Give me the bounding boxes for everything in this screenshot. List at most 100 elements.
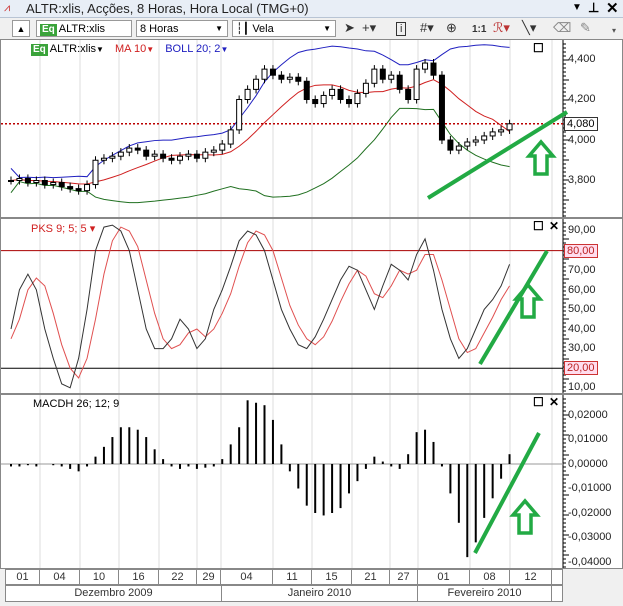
candle-body bbox=[202, 151, 209, 159]
menu-dropdown-icon[interactable]: ▼ bbox=[572, 2, 582, 13]
candle-body bbox=[489, 131, 496, 137]
candle-body bbox=[269, 68, 276, 76]
toolbar-overflow-icon[interactable]: ▾ bbox=[612, 26, 616, 35]
close-panel-icon[interactable]: ✕ bbox=[549, 395, 559, 409]
y-tick: 90,00 bbox=[568, 224, 596, 236]
candle-body bbox=[422, 62, 429, 70]
pks-slow-line bbox=[10, 226, 510, 379]
maximize-icon[interactable]: ☐ bbox=[533, 41, 544, 55]
candle-body bbox=[50, 182, 57, 186]
chart-app-icon: ⩘ bbox=[4, 2, 11, 14]
month-label: Dezembro 2009 bbox=[6, 586, 222, 601]
window-title: ALTR:xlis, Acções, 8 Horas, Hora Local (… bbox=[26, 1, 309, 16]
candle-body bbox=[126, 147, 133, 153]
period-select[interactable]: 8 Horas ▼ bbox=[136, 20, 228, 37]
date-tick: 04 bbox=[40, 570, 80, 584]
candle-body bbox=[362, 82, 369, 94]
cursor-arrow-icon[interactable]: ➤ bbox=[344, 20, 355, 36]
title-bar: ⩘ ALTR:xlis, Acções, 8 Horas, Hora Local… bbox=[0, 0, 623, 18]
legend-ma[interactable]: MA 10 bbox=[115, 43, 146, 55]
y-tick: 0,00000 bbox=[568, 458, 608, 470]
date-tick: 21 bbox=[352, 570, 390, 584]
month-label: Janeiro 2010 bbox=[222, 586, 418, 601]
candle-body bbox=[472, 139, 479, 143]
candle-body bbox=[41, 180, 48, 186]
macd-panel[interactable]: MACDH 26; 12; 9 ☐ ✕ 0,02000 0,01000 0,00… bbox=[0, 394, 623, 569]
grid-icon[interactable]: #▾ bbox=[420, 20, 434, 36]
line-tool-icon[interactable]: ╲▾ bbox=[522, 20, 536, 36]
y-tick: 10,00 bbox=[568, 381, 596, 393]
date-tick: 10 bbox=[80, 570, 119, 584]
period-value: 8 Horas bbox=[140, 23, 179, 35]
candle-body bbox=[455, 145, 462, 151]
chart-type-select[interactable]: ┆┃ Vela ▼ bbox=[232, 20, 336, 37]
price-chart bbox=[1, 40, 569, 217]
candle-body bbox=[100, 157, 107, 161]
candle-body bbox=[430, 62, 437, 76]
candle-body bbox=[498, 129, 505, 133]
candle-body bbox=[329, 88, 336, 96]
y-tick: -0,02000 bbox=[568, 507, 612, 519]
zoom-1to1-button[interactable]: 1:1 bbox=[472, 22, 486, 38]
month-axis: Dezembro 2009 Janeiro 2010 Fevereiro 201… bbox=[5, 585, 563, 602]
y-tick: 0,02000 bbox=[568, 409, 608, 421]
candle-body bbox=[295, 76, 302, 82]
candle-body bbox=[379, 68, 386, 80]
chart-type-value: Vela bbox=[252, 23, 274, 35]
legend-boll[interactable]: BOLL 20; 2 bbox=[165, 43, 220, 55]
candle-body bbox=[278, 74, 285, 80]
crosshair-icon[interactable]: +▾ bbox=[362, 20, 376, 36]
price-panel[interactable]: Eq ALTR:xlis▼ MA 10▼ BOLL 20; 2▼ ☐ 4,400 … bbox=[0, 39, 623, 218]
close-icon[interactable]: ✕ bbox=[606, 0, 619, 17]
trend-line-annotation bbox=[478, 249, 549, 366]
macd-legend[interactable]: MACDH 26; 12; 9 bbox=[33, 398, 119, 410]
pks-panel[interactable]: PKS 9; 5; 5 ▾ ☐ ✕ 90,00 80,00 70,00 60,0… bbox=[0, 218, 623, 394]
symbol-input[interactable]: Eq ALTR:xlis bbox=[36, 20, 132, 37]
delete-drawings-icon[interactable]: ✎ bbox=[580, 20, 591, 36]
candle-body bbox=[67, 186, 74, 190]
candle-body bbox=[388, 74, 395, 80]
maximize-icon[interactable]: ☐ bbox=[533, 395, 544, 409]
close-panel-icon[interactable]: ✕ bbox=[549, 219, 559, 233]
y-tick: 60,00 bbox=[568, 284, 596, 296]
candle-body bbox=[438, 74, 445, 141]
date-tick: 01 bbox=[418, 570, 470, 584]
eraser-icon[interactable]: ⌫ bbox=[553, 20, 571, 36]
candle-body bbox=[134, 147, 141, 151]
y-tick: -0,01000 bbox=[568, 482, 612, 494]
candle-body bbox=[286, 76, 293, 80]
candle-body bbox=[185, 153, 192, 157]
pin-icon[interactable]: ⊥ bbox=[588, 0, 599, 16]
candle-body bbox=[117, 151, 124, 157]
candle-body bbox=[413, 68, 420, 100]
candle-body bbox=[464, 141, 471, 147]
candle-body bbox=[261, 68, 268, 80]
candle-body bbox=[405, 88, 412, 100]
date-tick: 01 bbox=[6, 570, 40, 584]
candle-body bbox=[506, 123, 513, 131]
candle-body bbox=[109, 155, 116, 159]
pks-legend[interactable]: PKS 9; 5; 5 ▾ bbox=[31, 222, 95, 235]
candle-body bbox=[396, 74, 403, 90]
up-arrow-annotation bbox=[525, 139, 557, 176]
info-icon[interactable]: i bbox=[396, 22, 407, 36]
candle-body bbox=[58, 182, 65, 188]
zoom-icon[interactable]: ⊕ bbox=[446, 20, 457, 36]
indicators-icon[interactable]: ℛ▾ bbox=[493, 20, 510, 36]
y-tick: 0,01000 bbox=[568, 433, 608, 445]
date-axis[interactable]: 01 04 10 16 22 29 04 11 15 21 27 01 08 12 bbox=[5, 569, 563, 585]
candle-body bbox=[168, 157, 175, 161]
date-tick: 29 bbox=[197, 570, 221, 584]
candle-body bbox=[447, 139, 454, 151]
date-tick: 15 bbox=[312, 570, 352, 584]
candle-body bbox=[193, 153, 200, 159]
y-tick: 70,00 bbox=[568, 264, 596, 276]
maximize-icon[interactable]: ☐ bbox=[533, 219, 544, 233]
candle-body bbox=[337, 88, 344, 100]
date-tick: 11 bbox=[273, 570, 312, 584]
legend-symbol[interactable]: ALTR:xlis bbox=[50, 43, 96, 55]
collapse-button[interactable]: ▲ bbox=[12, 20, 30, 37]
date-tick: 04 bbox=[221, 570, 273, 584]
date-tick: 08 bbox=[470, 570, 510, 584]
y-tick: 3,800 bbox=[568, 174, 596, 186]
